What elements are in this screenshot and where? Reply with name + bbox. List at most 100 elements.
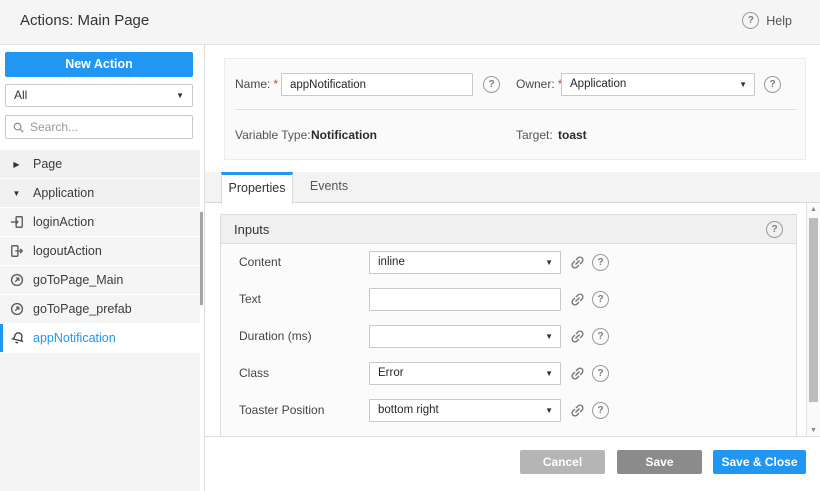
content-bind-icon[interactable] bbox=[569, 254, 586, 271]
input-row-duration: Duration (ms) ▼ ? bbox=[221, 325, 797, 348]
class-label: Class bbox=[239, 362, 269, 385]
name-label: Name:* bbox=[235, 73, 278, 96]
page-title: Actions: Main Page bbox=[20, 12, 149, 29]
chevron-down-icon: ▼ bbox=[545, 363, 553, 384]
tree-group-application[interactable]: ▼ Application bbox=[0, 179, 200, 207]
chevron-down-icon: ▼ bbox=[176, 85, 184, 106]
tree-item-label: goToPage_Main bbox=[33, 273, 123, 287]
actions-dialog: Actions: Main Page ? Help New Action All… bbox=[0, 0, 820, 491]
action-search-box[interactable] bbox=[5, 115, 193, 139]
link-icon bbox=[565, 398, 589, 422]
sidebar-scrollbar[interactable] bbox=[200, 212, 203, 305]
scrollbar-thumb[interactable] bbox=[809, 218, 818, 402]
link-icon bbox=[565, 287, 589, 311]
class-help-icon[interactable]: ? bbox=[592, 365, 609, 382]
tree-item-label: goToPage_prefab bbox=[33, 302, 132, 316]
tree-item-loginaction[interactable]: loginAction bbox=[0, 208, 200, 236]
action-filter-select[interactable]: All ▼ bbox=[5, 84, 193, 107]
toaster-position-select[interactable]: bottom right ▼ bbox=[369, 399, 561, 422]
actions-tree: ▶ Page ▼ Application loginAction bbox=[0, 150, 200, 353]
inputs-panel-header: Inputs ? bbox=[221, 215, 796, 244]
owner-help-icon[interactable]: ? bbox=[764, 76, 781, 93]
toaster-position-bind-icon[interactable] bbox=[569, 402, 586, 419]
duration-label: Duration (ms) bbox=[239, 325, 312, 348]
content-value: inline bbox=[370, 252, 560, 273]
text-field[interactable] bbox=[369, 288, 561, 311]
duration-help-icon[interactable]: ? bbox=[592, 328, 609, 345]
actions-sidebar: New Action All ▼ ▶ Page ▼ Application bbox=[0, 45, 205, 491]
tree-item-logoutaction[interactable]: logoutAction bbox=[0, 237, 200, 265]
link-icon bbox=[565, 250, 589, 274]
text-bind-icon[interactable] bbox=[569, 291, 586, 308]
dialog-header: Actions: Main Page ? Help bbox=[0, 0, 820, 45]
chevron-down-icon: ▼ bbox=[545, 326, 553, 347]
logout-icon bbox=[10, 244, 24, 258]
navigate-icon bbox=[10, 302, 24, 316]
tree-group-label: Page bbox=[33, 157, 62, 171]
save-and-close-button[interactable]: Save & Close bbox=[713, 450, 806, 474]
tab-properties[interactable]: Properties bbox=[221, 172, 293, 204]
name-help-icon[interactable]: ? bbox=[483, 76, 500, 93]
search-icon bbox=[13, 121, 24, 134]
link-icon bbox=[565, 324, 589, 348]
toaster-position-help-icon[interactable]: ? bbox=[592, 402, 609, 419]
scroll-up-icon[interactable]: ▲ bbox=[807, 206, 820, 213]
scroll-down-icon[interactable]: ▼ bbox=[807, 427, 820, 434]
content-label: Content bbox=[239, 251, 281, 274]
class-bind-icon[interactable] bbox=[569, 365, 586, 382]
notification-icon bbox=[10, 330, 27, 347]
cancel-button[interactable]: Cancel bbox=[520, 450, 605, 474]
save-button[interactable]: Save bbox=[617, 450, 702, 474]
tree-item-label: appNotification bbox=[33, 331, 116, 345]
tree-item-label: loginAction bbox=[33, 215, 94, 229]
owner-value: Application bbox=[562, 74, 754, 95]
inputs-title: Inputs bbox=[234, 215, 269, 244]
content-help-icon[interactable]: ? bbox=[592, 254, 609, 271]
text-help-icon[interactable]: ? bbox=[592, 291, 609, 308]
chevron-down-icon: ▼ bbox=[13, 189, 21, 198]
link-icon bbox=[565, 361, 589, 385]
chevron-down-icon: ▼ bbox=[739, 74, 747, 95]
target-value: toast bbox=[558, 127, 587, 143]
owner-select[interactable]: Application ▼ bbox=[561, 73, 755, 96]
tree-item-gotopage-main[interactable]: goToPage_Main bbox=[0, 266, 200, 294]
login-icon bbox=[10, 215, 24, 229]
search-input[interactable] bbox=[30, 120, 185, 134]
inputs-panel: Inputs ? Content inline ▼ ? Text ? bbox=[220, 214, 797, 437]
help-label: Help bbox=[766, 14, 792, 28]
inputs-help-icon[interactable]: ? bbox=[766, 221, 783, 238]
class-select[interactable]: Error ▼ bbox=[369, 362, 561, 385]
class-value: Error bbox=[370, 363, 560, 384]
tree-item-label: logoutAction bbox=[33, 244, 102, 258]
target-label: Target: bbox=[516, 127, 553, 143]
tree-group-page[interactable]: ▶ Page bbox=[0, 150, 200, 178]
tree-group-label: Application bbox=[33, 186, 94, 200]
chevron-down-icon: ▼ bbox=[545, 252, 553, 273]
chevron-down-icon: ▼ bbox=[545, 400, 553, 421]
action-summary-form: Name:* ? Owner:* Application ▼ ? Variabl… bbox=[224, 58, 806, 160]
form-divider bbox=[235, 109, 797, 110]
new-action-button[interactable]: New Action bbox=[5, 52, 193, 77]
input-row-class: Class Error ▼ ? bbox=[221, 362, 797, 385]
input-row-content: Content inline ▼ ? bbox=[221, 251, 797, 274]
duration-bind-icon[interactable] bbox=[569, 328, 586, 345]
content-select[interactable]: inline ▼ bbox=[369, 251, 561, 274]
toaster-position-value: bottom right bbox=[370, 400, 560, 421]
detail-tabbar: Properties Events bbox=[205, 172, 820, 203]
text-label: Text bbox=[239, 288, 261, 311]
help-icon: ? bbox=[742, 12, 759, 29]
duration-select[interactable]: ▼ bbox=[369, 325, 561, 348]
toaster-position-label: Toaster Position bbox=[239, 399, 324, 422]
variable-type-label: Variable Type: bbox=[235, 127, 311, 143]
tree-item-gotopage-prefab[interactable]: goToPage_prefab bbox=[0, 295, 200, 323]
help-button[interactable]: ? Help bbox=[742, 12, 792, 29]
navigate-icon bbox=[10, 273, 24, 287]
name-field[interactable] bbox=[281, 73, 473, 96]
sidebar-empty-area bbox=[0, 353, 200, 491]
input-row-text: Text ? bbox=[221, 288, 797, 311]
tree-item-appnotification[interactable]: appNotification bbox=[0, 324, 200, 352]
properties-scrollbar[interactable]: ▲ ▼ bbox=[806, 203, 820, 437]
tab-events[interactable]: Events bbox=[293, 172, 365, 203]
chevron-right-icon: ▶ bbox=[13, 160, 19, 169]
action-filter-value: All bbox=[14, 88, 27, 102]
